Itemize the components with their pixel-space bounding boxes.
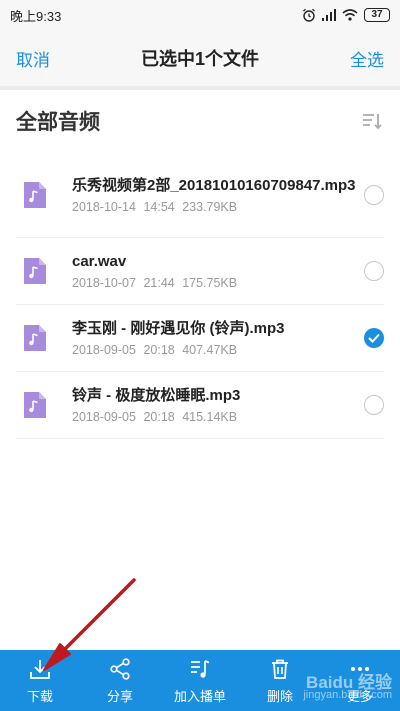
page-title: 已选中1个文件 bbox=[140, 49, 259, 69]
file-name: 李玉刚 - 刚好遇见你 (铃声).mp3 bbox=[72, 320, 285, 337]
list-item[interactable]: 铃声 - 极度放松睡眠.mp3 2018-09-05 20:18 415.14K… bbox=[16, 372, 384, 439]
file-meta: 2018-09-05 20:18 415.14KB bbox=[72, 410, 356, 424]
audio-file-icon bbox=[16, 392, 56, 418]
audio-file-icon bbox=[16, 258, 56, 284]
file-time: 14:54 bbox=[143, 199, 175, 214]
signal-icon bbox=[322, 9, 336, 21]
file-time: 20:18 bbox=[143, 343, 175, 357]
trash-icon bbox=[272, 659, 288, 679]
delete-button[interactable]: 删除 bbox=[240, 650, 320, 711]
file-name: car.wav bbox=[72, 253, 127, 270]
select-checkbox[interactable] bbox=[364, 395, 384, 415]
select-all-button[interactable]: 全选 bbox=[350, 46, 384, 71]
file-date: 2018-10-14 bbox=[72, 199, 136, 214]
add-to-playlist-label: 加入播单 bbox=[173, 688, 226, 704]
bottom-toolbar: 下载 分享 加入播单 删除 更多 bbox=[0, 650, 400, 711]
select-checkbox-checked[interactable] bbox=[364, 328, 384, 348]
file-date: 2018-09-05 bbox=[72, 410, 136, 424]
selection-header: 取消 已选中1个文件 全选 bbox=[0, 30, 400, 86]
file-info: 李玉刚 - 刚好遇见你 (铃声).mp3 2018-09-05 20:18 40… bbox=[56, 319, 356, 357]
status-icons: 37 bbox=[302, 8, 390, 22]
file-list-panel: 全部音频 乐秀视频第2部_20181010160709847.mp3 2018-… bbox=[0, 90, 400, 650]
file-name: 铃声 - 极度放松睡眠.mp3 bbox=[72, 387, 241, 404]
cancel-button[interactable]: 取消 bbox=[16, 46, 50, 71]
file-date: 2018-09-05 bbox=[72, 343, 136, 357]
file-size: 175.75KB bbox=[182, 276, 238, 290]
add-playlist-icon bbox=[191, 659, 210, 678]
section-header: 全部音频 bbox=[0, 90, 400, 152]
file-info: car.wav 2018-10-07 21:44 175.75KB bbox=[56, 252, 356, 290]
list-item[interactable]: 乐秀视频第2部_20181010160709847.mp3 2018-10-14… bbox=[16, 152, 384, 238]
share-button[interactable]: 分享 bbox=[80, 650, 160, 711]
list-item[interactable]: 李玉刚 - 刚好遇见你 (铃声).mp3 2018-09-05 20:18 40… bbox=[16, 305, 384, 372]
list-item[interactable]: car.wav 2018-10-07 21:44 175.75KB bbox=[16, 238, 384, 305]
file-meta: 2018-09-05 20:18 407.47KB bbox=[72, 343, 356, 357]
status-bar: 晚上9:33 37 bbox=[0, 0, 400, 30]
audio-file-icon bbox=[16, 325, 56, 351]
file-time: 21:44 bbox=[143, 276, 175, 290]
share-label: 分享 bbox=[106, 688, 133, 704]
sort-icon[interactable] bbox=[360, 109, 384, 133]
select-checkbox[interactable] bbox=[364, 261, 384, 281]
wifi-icon bbox=[342, 9, 358, 21]
file-info: 铃声 - 极度放松睡眠.mp3 2018-09-05 20:18 415.14K… bbox=[56, 386, 356, 424]
download-icon bbox=[30, 659, 50, 679]
status-time: 晚上9:33 bbox=[10, 8, 62, 24]
file-info: 乐秀视频第2部_20181010160709847.mp3 2018-10-14… bbox=[56, 176, 356, 214]
delete-label: 删除 bbox=[266, 688, 293, 704]
file-meta: 2018-10-07 21:44 175.75KB bbox=[72, 276, 356, 290]
file-size: 407.47KB bbox=[182, 343, 238, 357]
add-to-playlist-button[interactable]: 加入播单 bbox=[160, 650, 240, 711]
select-checkbox[interactable] bbox=[364, 184, 384, 205]
check-icon bbox=[368, 333, 380, 343]
more-icon bbox=[351, 666, 369, 671]
download-label: 下载 bbox=[26, 688, 53, 704]
alarm-icon bbox=[303, 8, 315, 22]
audio-file-icon bbox=[16, 181, 56, 208]
battery-indicator: 37 bbox=[364, 8, 390, 22]
file-time: 20:18 bbox=[143, 410, 175, 424]
file-date: 2018-10-07 bbox=[72, 276, 136, 290]
file-name: 乐秀视频第2部_20181010160709847.mp3 bbox=[72, 176, 356, 194]
download-button[interactable]: 下载 bbox=[0, 650, 80, 711]
file-list: 乐秀视频第2部_20181010160709847.mp3 2018-10-14… bbox=[16, 152, 384, 439]
section-title: 全部音频 bbox=[16, 111, 100, 134]
more-label: 更多 bbox=[346, 688, 373, 704]
file-size: 233.79KB bbox=[182, 199, 238, 214]
file-size: 415.14KB bbox=[182, 410, 238, 424]
file-meta: 2018-10-14 14:54 233.79KB bbox=[72, 200, 356, 214]
share-icon bbox=[110, 657, 130, 680]
more-button[interactable]: 更多 bbox=[320, 650, 400, 711]
